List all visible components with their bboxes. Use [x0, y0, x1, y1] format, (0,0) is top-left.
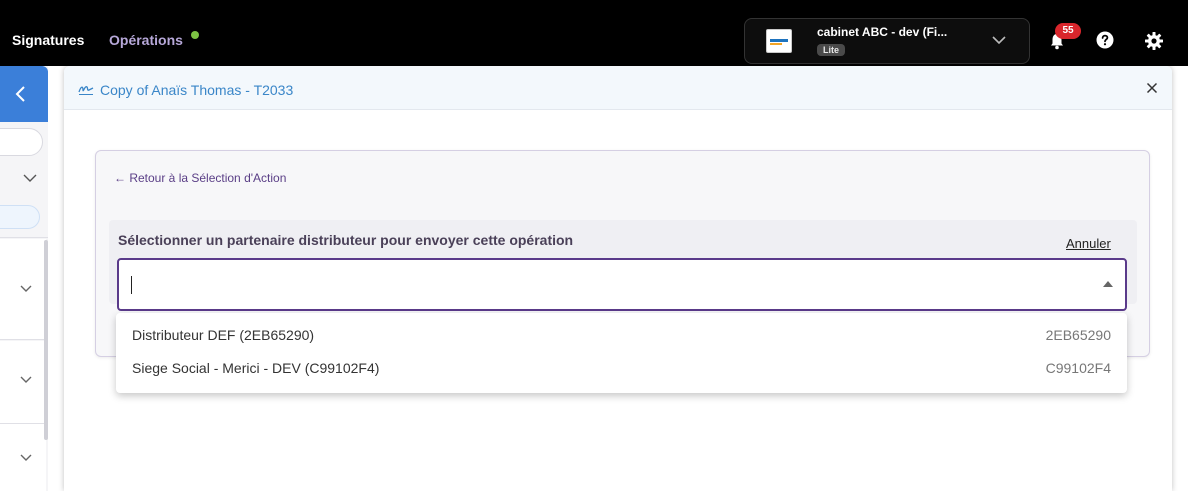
modal-header: Copy of Anaïs Thomas - T2033: [64, 66, 1172, 110]
chevron-down-icon: [992, 36, 1006, 45]
dropdown-option[interactable]: Siege Social - Merici - DEV (C99102F4) C…: [116, 352, 1127, 385]
organization-switcher[interactable]: cabinet ABC - dev (Fi... Lite: [744, 18, 1030, 64]
sidebar-scrollbar[interactable]: [44, 240, 48, 440]
chevron-down-icon: [20, 376, 32, 383]
back-to-action-selection-link[interactable]: ← Retour à la Sélection d'Action: [114, 171, 286, 185]
nav-operations[interactable]: Opérations: [109, 32, 183, 48]
org-plan-badge: Lite: [817, 44, 846, 56]
cancel-button[interactable]: Annuler: [1066, 236, 1111, 251]
chevron-down-icon: [20, 454, 32, 461]
top-bar: Signatures Opérations cabinet ABC - dev …: [0, 0, 1188, 66]
option-code: 2EB65290: [1045, 327, 1111, 343]
chevron-left-icon: [15, 86, 25, 102]
operations-status-dot: [191, 31, 199, 39]
help-icon[interactable]: [1096, 31, 1114, 49]
nav-signatures[interactable]: Signatures: [12, 32, 84, 48]
select-label: Sélectionner un partenaire distributeur …: [118, 232, 574, 248]
chevron-down-icon[interactable]: [22, 170, 38, 186]
org-logo: [766, 29, 792, 53]
option-label: Siege Social - Merici - DEV (C99102F4): [132, 360, 380, 376]
close-icon[interactable]: [1146, 82, 1158, 94]
sidebar-collapse-button[interactable]: [0, 66, 48, 122]
org-name: cabinet ABC - dev (Fi...: [817, 25, 948, 39]
caret-up-icon[interactable]: [1103, 281, 1113, 287]
gear-icon[interactable]: [1144, 31, 1164, 51]
distributor-select-input[interactable]: [117, 258, 1127, 311]
option-code: C99102F4: [1045, 360, 1111, 376]
dropdown-option[interactable]: Distributeur DEF (2EB65290) 2EB65290: [116, 319, 1127, 352]
list-item[interactable]: [0, 239, 46, 339]
text-caret: [131, 276, 132, 294]
option-label: Distributeur DEF (2EB65290): [132, 327, 315, 343]
distributor-dropdown: Distributeur DEF (2EB65290) 2EB65290 Sie…: [116, 313, 1127, 393]
list-item[interactable]: [0, 425, 46, 491]
sidebar-search-input[interactable]: [0, 128, 43, 156]
divider: [0, 339, 48, 340]
divider: [0, 237, 48, 238]
chevron-down-icon: [20, 285, 32, 292]
signature-icon: [78, 86, 94, 95]
sidebar-filter-chip[interactable]: [0, 205, 40, 229]
modal-title: Copy of Anaïs Thomas - T2033: [100, 82, 294, 98]
notification-count-badge: 55: [1055, 23, 1081, 39]
divider: [0, 423, 48, 424]
